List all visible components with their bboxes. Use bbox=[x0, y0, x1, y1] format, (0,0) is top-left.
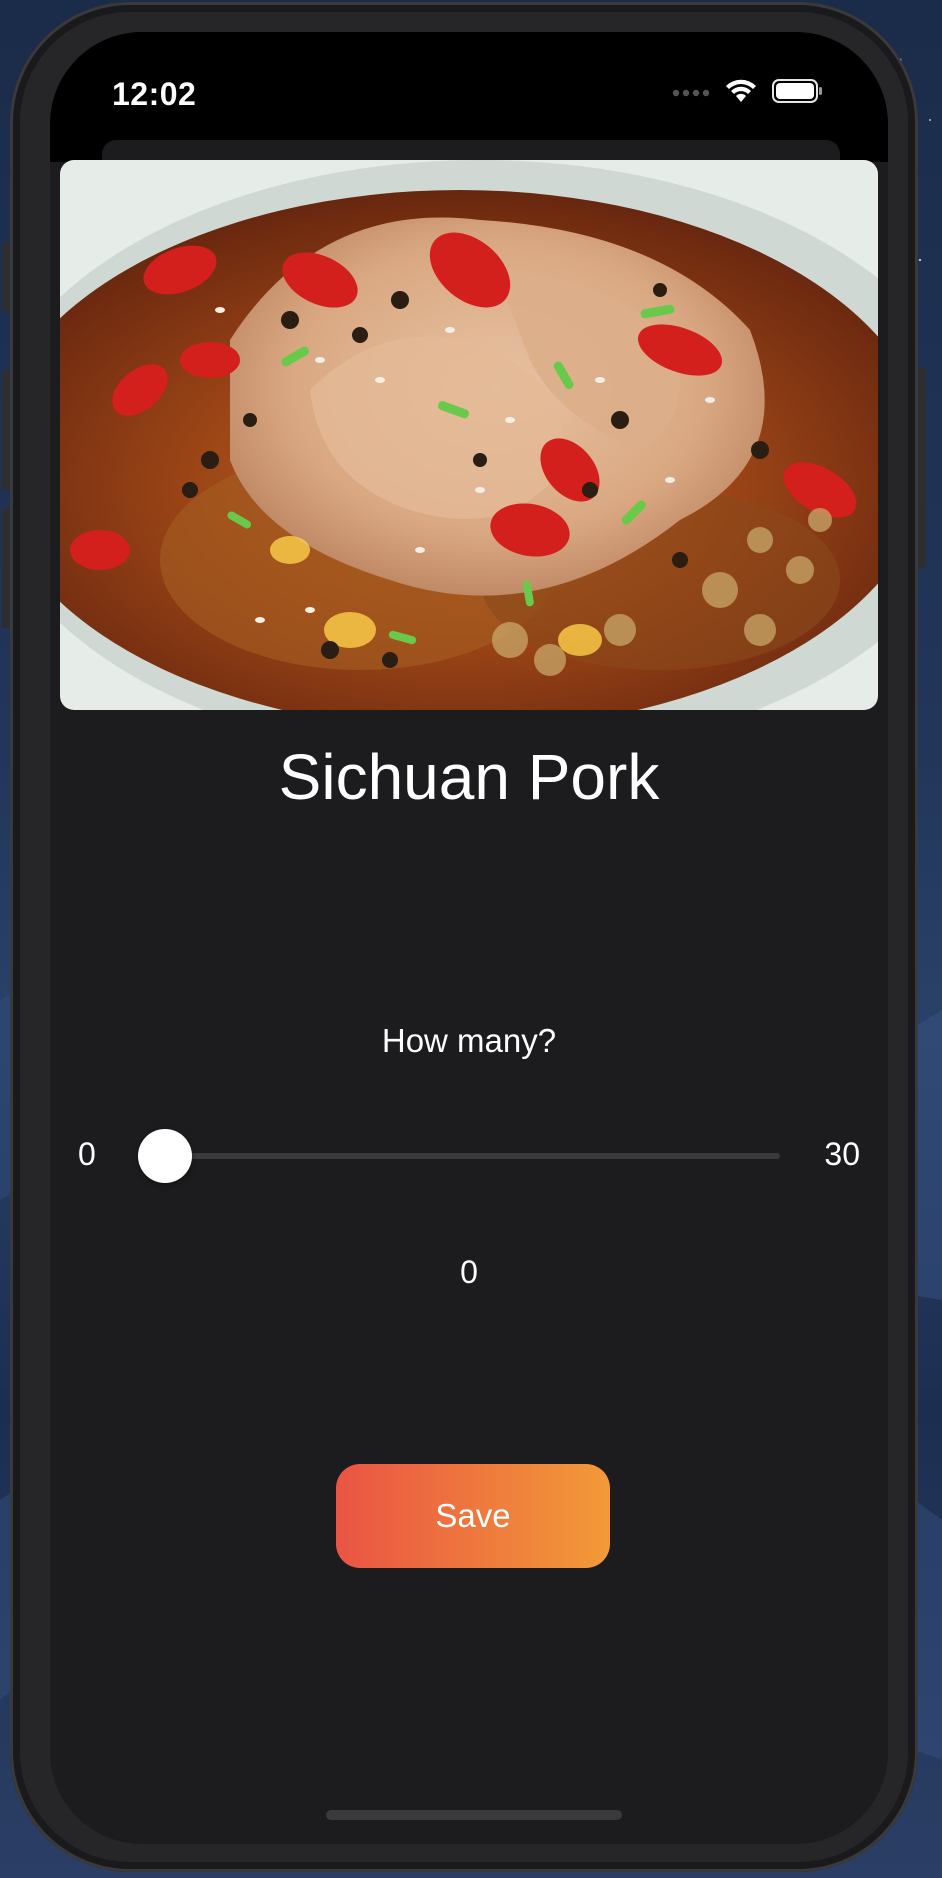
app-screen: 12:02 Sichuan Pork How many? 0 30 0 Save bbox=[50, 32, 888, 1844]
quantity-value: 0 bbox=[460, 1254, 478, 1290]
dish-image bbox=[60, 160, 878, 710]
cellular-dots-icon bbox=[672, 89, 710, 97]
status-time: 12:02 bbox=[112, 76, 197, 112]
quantity-slider[interactable] bbox=[138, 1129, 780, 1183]
notch bbox=[244, 32, 706, 110]
save-button[interactable]: Save bbox=[336, 1464, 610, 1568]
status-icons bbox=[672, 78, 824, 104]
slider-max-label: 30 bbox=[824, 1136, 860, 1172]
phone-volume-down-button bbox=[2, 508, 10, 628]
wifi-icon bbox=[726, 79, 756, 102]
slider-thumb[interactable] bbox=[138, 1129, 192, 1183]
home-indicator bbox=[326, 1810, 622, 1820]
dish-title: Sichuan Pork bbox=[278, 741, 660, 813]
quantity-slider-row: 0 30 bbox=[74, 1120, 864, 1190]
phone-side-button bbox=[2, 242, 10, 312]
phone-power-button bbox=[918, 368, 926, 568]
phone-frame: 12:02 Sichuan Pork How many? 0 30 0 Save bbox=[2, 2, 926, 1872]
battery-icon bbox=[772, 79, 822, 103]
slider-min-label: 0 bbox=[78, 1136, 96, 1172]
phone-volume-up-button bbox=[2, 370, 10, 490]
quantity-prompt: How many? bbox=[381, 1022, 557, 1059]
